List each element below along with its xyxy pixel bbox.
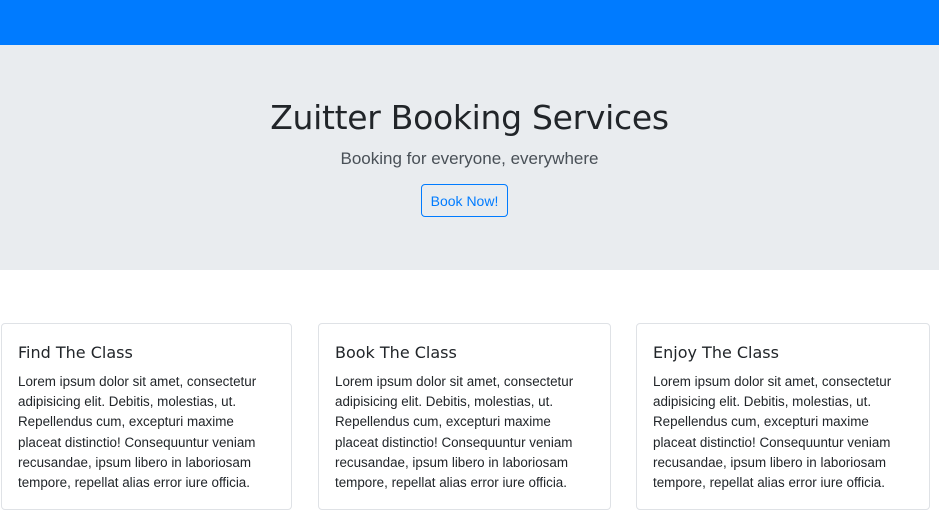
card-find-class: Find The Class Lorem ipsum dolor sit ame… [1, 323, 292, 510]
hero-subtitle: Booking for everyone, everywhere [340, 149, 599, 168]
card-book-class: Book The Class Lorem ipsum dolor sit ame… [318, 323, 611, 510]
card-text: Lorem ipsum dolor sit amet, consectetur … [335, 374, 574, 491]
card-text: Lorem ipsum dolor sit amet, consectetur … [653, 374, 892, 491]
card-title: Enjoy The Class [653, 343, 779, 362]
navbar [0, 0, 939, 45]
card-title: Find The Class [18, 343, 133, 362]
hero-jumbotron: Zuitter Booking Services Booking for eve… [0, 45, 939, 270]
card-enjoy-class: Enjoy The Class Lorem ipsum dolor sit am… [636, 323, 930, 510]
book-now-button[interactable]: Book Now! [421, 184, 508, 217]
card-text: Lorem ipsum dolor sit amet, consectetur … [18, 374, 257, 491]
card-title: Book The Class [335, 343, 457, 362]
hero-title: Zuitter Booking Services [270, 98, 669, 137]
